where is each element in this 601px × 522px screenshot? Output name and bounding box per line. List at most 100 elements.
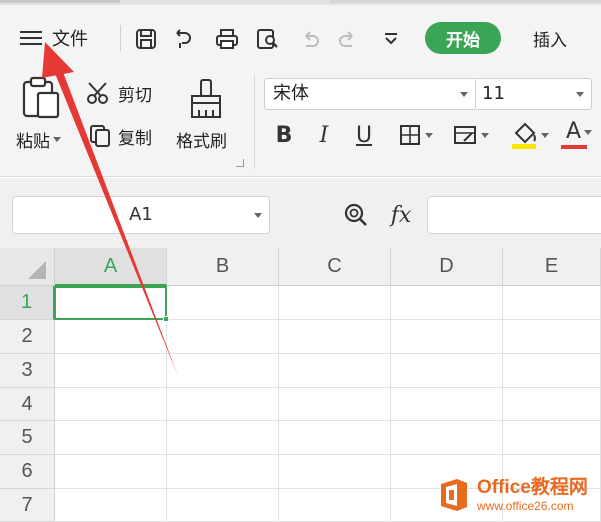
- bold-button[interactable]: B: [270, 119, 298, 151]
- column-header-b[interactable]: B: [167, 248, 279, 286]
- cell-c4[interactable]: [279, 388, 391, 421]
- caret-down-icon: [584, 129, 593, 135]
- site-watermark: Office教程网 www.office26.com: [437, 473, 601, 517]
- row-header-6[interactable]: 6: [0, 455, 55, 489]
- font-size-value: 11: [482, 83, 505, 104]
- font-color-button[interactable]: A: [560, 119, 598, 151]
- paint-bucket-icon: [511, 122, 536, 149]
- tab-home[interactable]: 开始: [425, 22, 501, 54]
- row-header-2[interactable]: 2: [0, 320, 55, 354]
- cell-d1[interactable]: [391, 286, 503, 320]
- tab-strip-segment: [0, 0, 120, 3]
- formula-input[interactable]: [427, 196, 601, 234]
- undo-button[interactable]: [296, 25, 324, 53]
- cell-a3[interactable]: [55, 354, 167, 388]
- cell-a5[interactable]: [55, 421, 167, 455]
- find-function-button[interactable]: [340, 200, 372, 230]
- quick-access-toolbar: 文件 开始 插入: [0, 5, 601, 67]
- column-header-e[interactable]: E: [503, 248, 601, 286]
- cell-c2[interactable]: [279, 320, 391, 354]
- column-header-d[interactable]: D: [391, 248, 503, 286]
- cell-style-button[interactable]: [448, 119, 492, 151]
- font-name-select[interactable]: 宋体: [264, 78, 476, 110]
- name-box-value: A1: [129, 204, 153, 225]
- cell-b3[interactable]: [167, 354, 279, 388]
- export-button[interactable]: [170, 25, 198, 53]
- row-header-5[interactable]: 5: [0, 421, 55, 455]
- customize-toolbar-button[interactable]: [378, 25, 404, 53]
- paintbrush-icon: [191, 79, 221, 118]
- cell-b6[interactable]: [167, 455, 279, 489]
- formula-bar: A1 fx: [0, 178, 601, 248]
- redo-button[interactable]: [334, 25, 362, 53]
- ribbon-group-divider: [254, 75, 255, 169]
- caret-down-icon: [460, 92, 468, 97]
- save-button[interactable]: [132, 25, 160, 53]
- tab-insert[interactable]: 插入: [520, 22, 580, 54]
- row-header-1[interactable]: 1: [0, 286, 55, 320]
- cell-c7[interactable]: [279, 489, 391, 522]
- cell-a2[interactable]: [55, 320, 167, 354]
- undo-icon: [305, 31, 319, 47]
- office-logo-icon: [441, 479, 467, 511]
- cell-d5[interactable]: [391, 421, 503, 455]
- cell-c1[interactable]: [279, 286, 391, 320]
- row-header-4[interactable]: 4: [0, 388, 55, 421]
- paste-label: 粘贴: [16, 132, 50, 152]
- cell-b2[interactable]: [167, 320, 279, 354]
- print-button[interactable]: [212, 25, 242, 53]
- file-menu-button[interactable]: 文件: [20, 23, 106, 53]
- cell-a6[interactable]: [55, 455, 167, 489]
- cell-b5[interactable]: [167, 421, 279, 455]
- font-size-select[interactable]: 11: [476, 78, 592, 110]
- copy-icon: [90, 125, 110, 147]
- cell-d3[interactable]: [391, 354, 503, 388]
- font-color-glyph: A: [565, 119, 582, 144]
- cell-e2[interactable]: [503, 320, 601, 354]
- select-all-button[interactable]: [0, 248, 55, 286]
- print-preview-icon: [257, 29, 278, 49]
- copy-button[interactable]: 复制: [88, 122, 152, 150]
- cell-e5[interactable]: [503, 421, 601, 455]
- watermark-url: www.office26.com: [477, 499, 574, 513]
- cell-a7[interactable]: [55, 489, 167, 522]
- caret-down-icon: [480, 132, 489, 138]
- cell-d2[interactable]: [391, 320, 503, 354]
- clipboard-group-launcher[interactable]: [236, 159, 244, 167]
- fill-color-button[interactable]: [506, 119, 552, 151]
- cell-b7[interactable]: [167, 489, 279, 522]
- column-header-a[interactable]: A: [55, 248, 167, 286]
- cell-e1[interactable]: [503, 286, 601, 320]
- underline-button[interactable]: U: [350, 119, 378, 151]
- watermark-title: Office教程网: [477, 477, 588, 498]
- cell-c6[interactable]: [279, 455, 391, 489]
- cell-a4[interactable]: [55, 388, 167, 421]
- column-header-c[interactable]: C: [279, 248, 391, 286]
- borders-button[interactable]: [394, 119, 436, 151]
- name-box[interactable]: A1: [12, 196, 270, 234]
- scissors-icon: [87, 82, 108, 104]
- paste-button[interactable]: [18, 75, 68, 121]
- cell-e3[interactable]: [503, 354, 601, 388]
- cell-c3[interactable]: [279, 354, 391, 388]
- cell-d4[interactable]: [391, 388, 503, 421]
- export-icon: [176, 29, 191, 48]
- font-name-value: 宋体: [273, 83, 309, 104]
- paste-dropdown[interactable]: 粘贴: [16, 127, 61, 152]
- cell-c5[interactable]: [279, 421, 391, 455]
- cell-b4[interactable]: [167, 388, 279, 421]
- fill-handle[interactable]: [163, 316, 169, 322]
- caret-down-icon: [540, 132, 549, 138]
- format-painter-label: 格式刷: [176, 132, 227, 152]
- format-painter-button[interactable]: [186, 77, 226, 121]
- cell-b1[interactable]: [167, 286, 279, 320]
- cut-button[interactable]: 剪切: [86, 79, 152, 107]
- print-preview-button[interactable]: [253, 25, 283, 53]
- save-icon: [136, 29, 156, 49]
- hamburger-icon: [20, 30, 42, 46]
- row-header-7[interactable]: 7: [0, 489, 55, 522]
- italic-button[interactable]: I: [310, 119, 338, 151]
- cell-e4[interactable]: [503, 388, 601, 421]
- insert-function-button[interactable]: fx: [384, 198, 418, 232]
- row-header-3[interactable]: 3: [0, 354, 55, 388]
